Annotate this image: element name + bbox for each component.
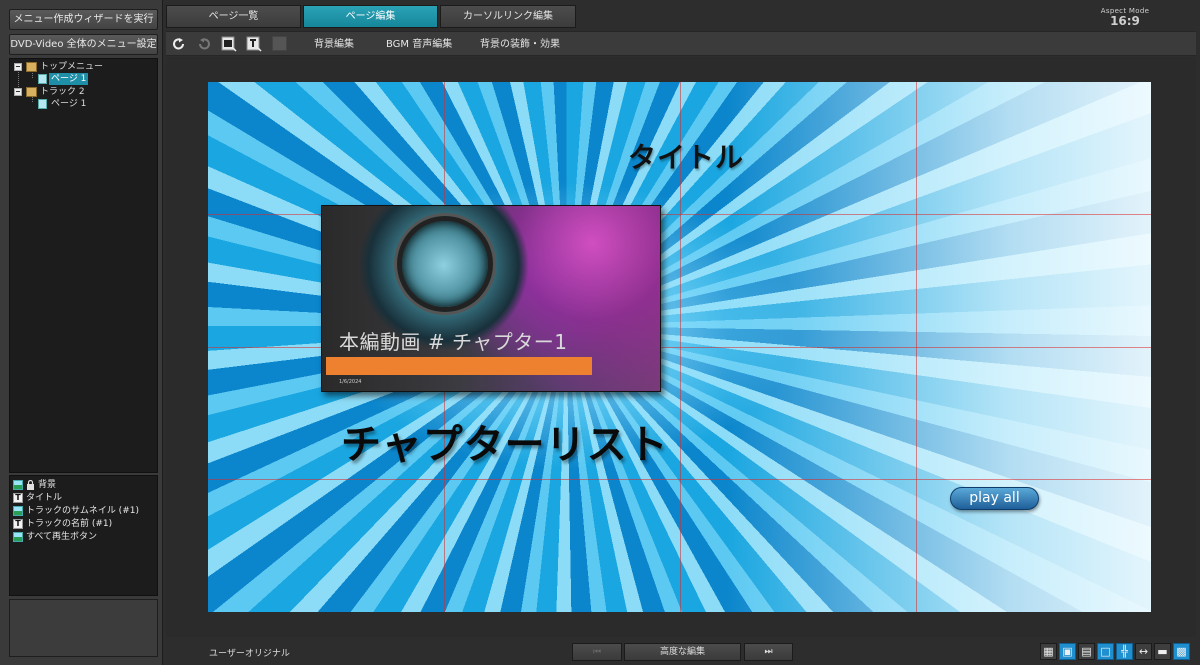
chapter-list-text[interactable]: チャプターリスト xyxy=(341,412,669,470)
aspect-mode-indicator: Aspect Mode 16:9 xyxy=(1095,7,1155,27)
add-image-icon[interactable] xyxy=(221,36,237,52)
play-all-button[interactable]: play all xyxy=(950,487,1039,510)
track-thumbnail[interactable]: 本編動画 # チャプター1 1/6/2024 xyxy=(321,205,661,392)
app-window: メニュー作成ウィザードを実行 DVD-Video 全体のメニュー設定 トップメニ… xyxy=(0,0,1200,665)
redo-icon[interactable] xyxy=(196,36,212,52)
tab-page-edit[interactable]: ページ編集 xyxy=(303,5,438,28)
collapse-icon[interactable] xyxy=(14,88,22,96)
title-safe-icon[interactable]: ▤ xyxy=(1078,643,1095,660)
object-label: 背景 xyxy=(38,480,57,490)
collapse-icon[interactable] xyxy=(14,63,22,71)
prev-page-button[interactable]: ⏮ xyxy=(572,643,622,661)
tree-item-label: ページ 1 xyxy=(49,73,89,85)
frame-icon[interactable]: □ xyxy=(1097,643,1114,660)
image-icon xyxy=(13,480,23,490)
image-icon xyxy=(13,532,23,542)
thumbnail-caption: 本編動画 # チャプター1 xyxy=(339,330,568,354)
thumbnail-accent-bar xyxy=(326,357,592,375)
image-icon xyxy=(13,506,23,516)
page-icon xyxy=(38,99,47,109)
tree-item-label: ページ 1 xyxy=(51,99,87,109)
left-panel: メニュー作成ウィザードを実行 DVD-Video 全体のメニュー設定 トップメニ… xyxy=(0,0,163,665)
object-list: 背景 T タイトル トラックのサムネイル (#1) T トラックの名前 (#1)… xyxy=(9,475,158,596)
bottom-bar: ユーザーオリジナル ⏮ 高度な編集 ⏭ ▦ ▣ ▤ □ ╬ ↔ ▬ ▩ xyxy=(166,640,1196,665)
dvd-menu-settings-button[interactable]: DVD-Video 全体のメニュー設定 xyxy=(9,34,158,55)
page-tree: トップメニュー ページ 1 トラック 2 ページ 1 xyxy=(9,58,158,473)
grid-view-icon[interactable]: ▦ xyxy=(1040,643,1057,660)
guide-grid-icon[interactable]: ╬ xyxy=(1116,643,1133,660)
menu-canvas[interactable]: タイトル 本編動画 # チャプター1 1/6/2024 チャプターリスト pla… xyxy=(208,82,1151,612)
template-name: ユーザーオリジナル xyxy=(209,649,290,659)
next-page-button[interactable]: ⏭ xyxy=(744,643,793,661)
folder-icon xyxy=(26,62,37,72)
folder-icon xyxy=(26,87,37,97)
guide-line-horizontal xyxy=(208,479,1151,480)
add-text-icon[interactable] xyxy=(246,36,262,52)
fit-width-icon[interactable]: ↔ xyxy=(1135,643,1152,660)
safe-area-icon[interactable]: ▣ xyxy=(1059,643,1076,660)
object-label: タイトル xyxy=(26,493,63,503)
tab-cursor-link-edit[interactable]: カーソルリンク編集 xyxy=(440,5,576,28)
bgm-audio-edit-button[interactable]: BGM 音声編集 xyxy=(386,32,452,57)
background-decoration-button[interactable]: 背景の装飾・効果 xyxy=(480,32,560,57)
object-label: すべて再生ボタン xyxy=(26,532,98,542)
camera-lens-image xyxy=(397,216,493,312)
menu-title-text[interactable]: タイトル xyxy=(628,136,744,176)
toolbar: 背景編集 BGM 音声編集 背景の装飾・効果 xyxy=(166,31,1196,56)
layer-front-icon[interactable]: ▩ xyxy=(1173,643,1190,660)
advanced-edit-button[interactable]: 高度な編集 xyxy=(624,643,741,661)
object-label: トラックの名前 (#1) xyxy=(26,519,113,529)
tree-item-label: トラック 2 xyxy=(40,87,85,97)
layer-back-icon[interactable]: ▬ xyxy=(1154,643,1171,660)
tree-item-label: トップメニュー xyxy=(40,62,104,72)
undo-icon[interactable] xyxy=(171,36,187,52)
page-icon xyxy=(38,74,47,84)
run-menu-wizard-button[interactable]: メニュー作成ウィザードを実行 xyxy=(9,9,158,30)
aspect-mode-value: 16:9 xyxy=(1110,14,1140,28)
background-edit-button[interactable]: 背景編集 xyxy=(314,32,354,57)
lock-icon xyxy=(27,480,34,490)
disabled-tool-icon[interactable] xyxy=(272,36,287,51)
text-icon: T xyxy=(13,493,23,503)
tab-page-list[interactable]: ページ一覧 xyxy=(166,5,301,28)
text-icon: T xyxy=(13,519,23,529)
preview-box xyxy=(9,599,158,657)
object-label: トラックのサムネイル (#1) xyxy=(26,506,139,516)
thumbnail-date: 1/6/2024 xyxy=(339,379,362,385)
